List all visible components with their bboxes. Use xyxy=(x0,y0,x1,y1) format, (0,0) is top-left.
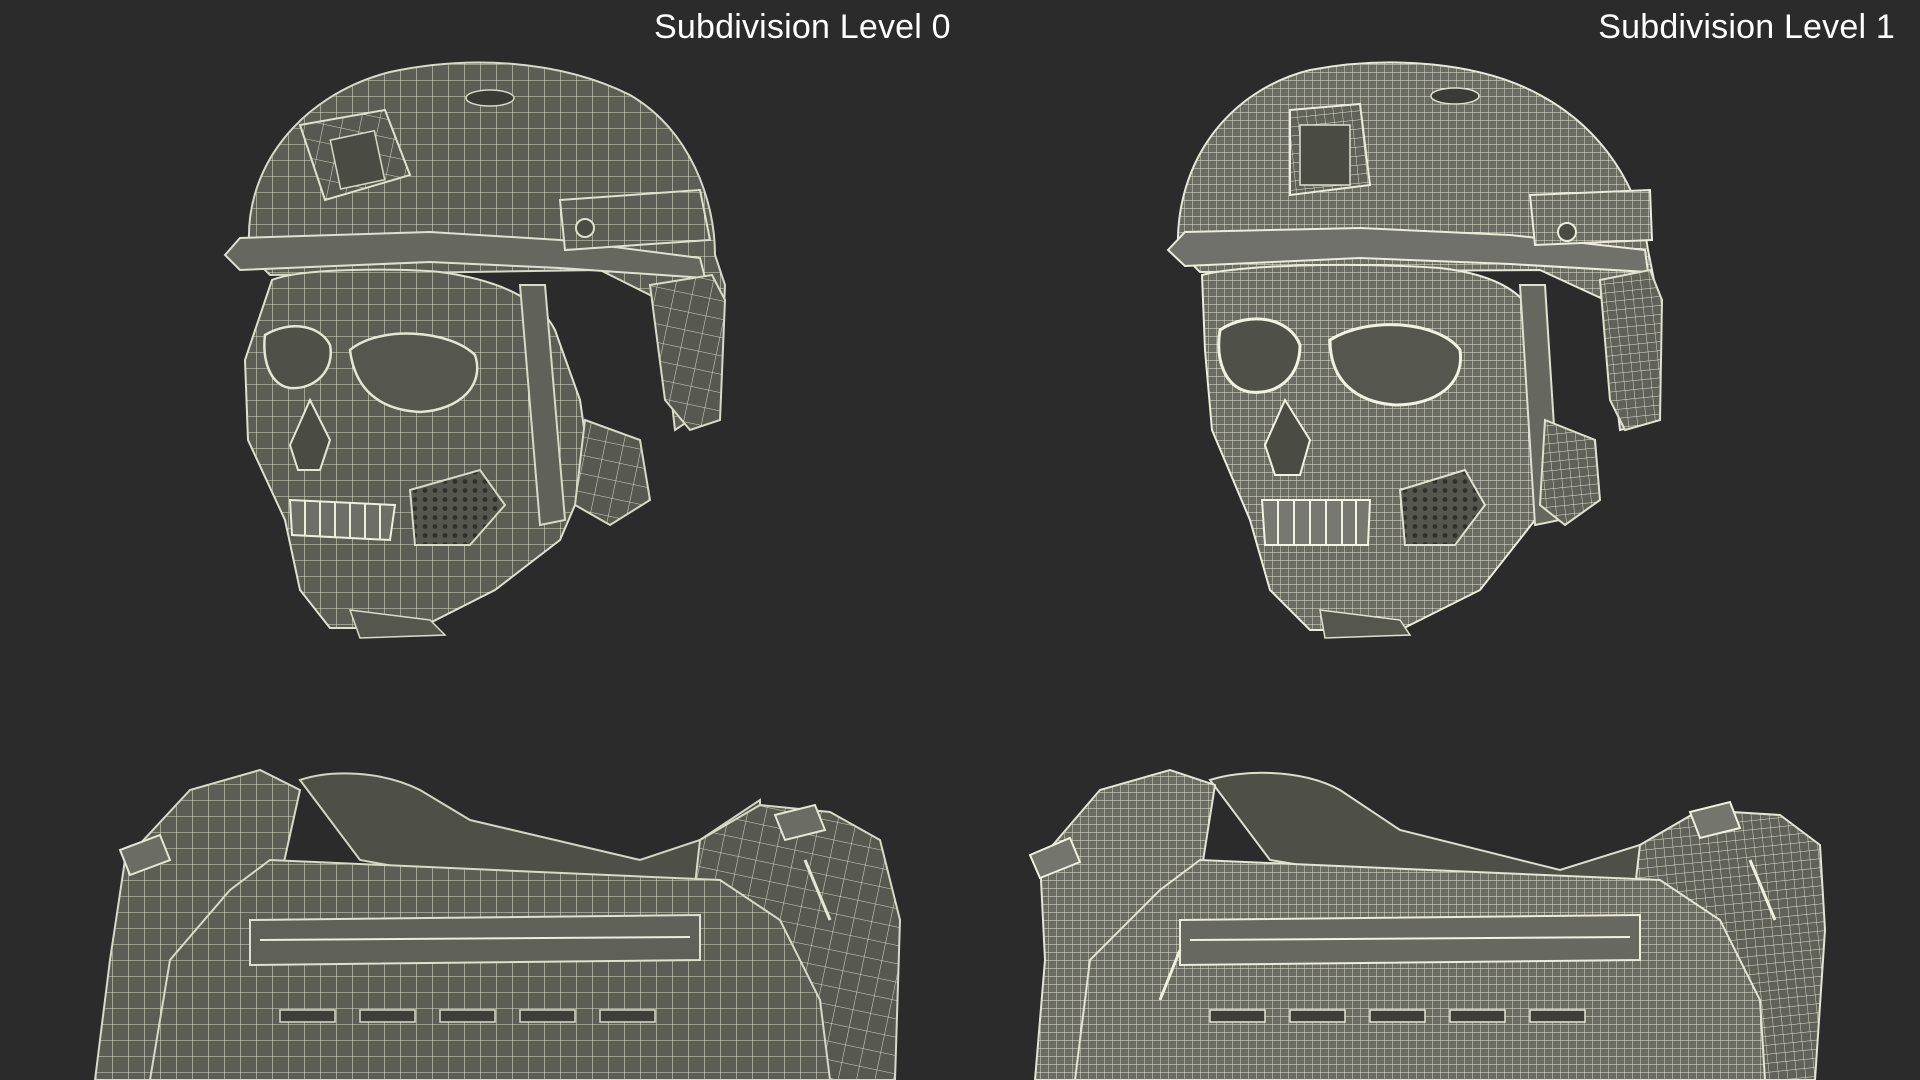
helmet-level-1 xyxy=(1166,61,1664,639)
wireframe-render xyxy=(93,61,1827,1080)
helmet-level-0 xyxy=(223,61,727,639)
render-canvas: Subdivision Level 0 Subdivision Level 1 xyxy=(0,0,1920,1080)
vest-level-0 xyxy=(93,768,902,1080)
subdivision-level-1-label: Subdivision Level 1 xyxy=(1598,8,1895,46)
subdivision-level-0-label: Subdivision Level 0 xyxy=(654,8,951,46)
vest-level-1 xyxy=(1028,768,1827,1080)
